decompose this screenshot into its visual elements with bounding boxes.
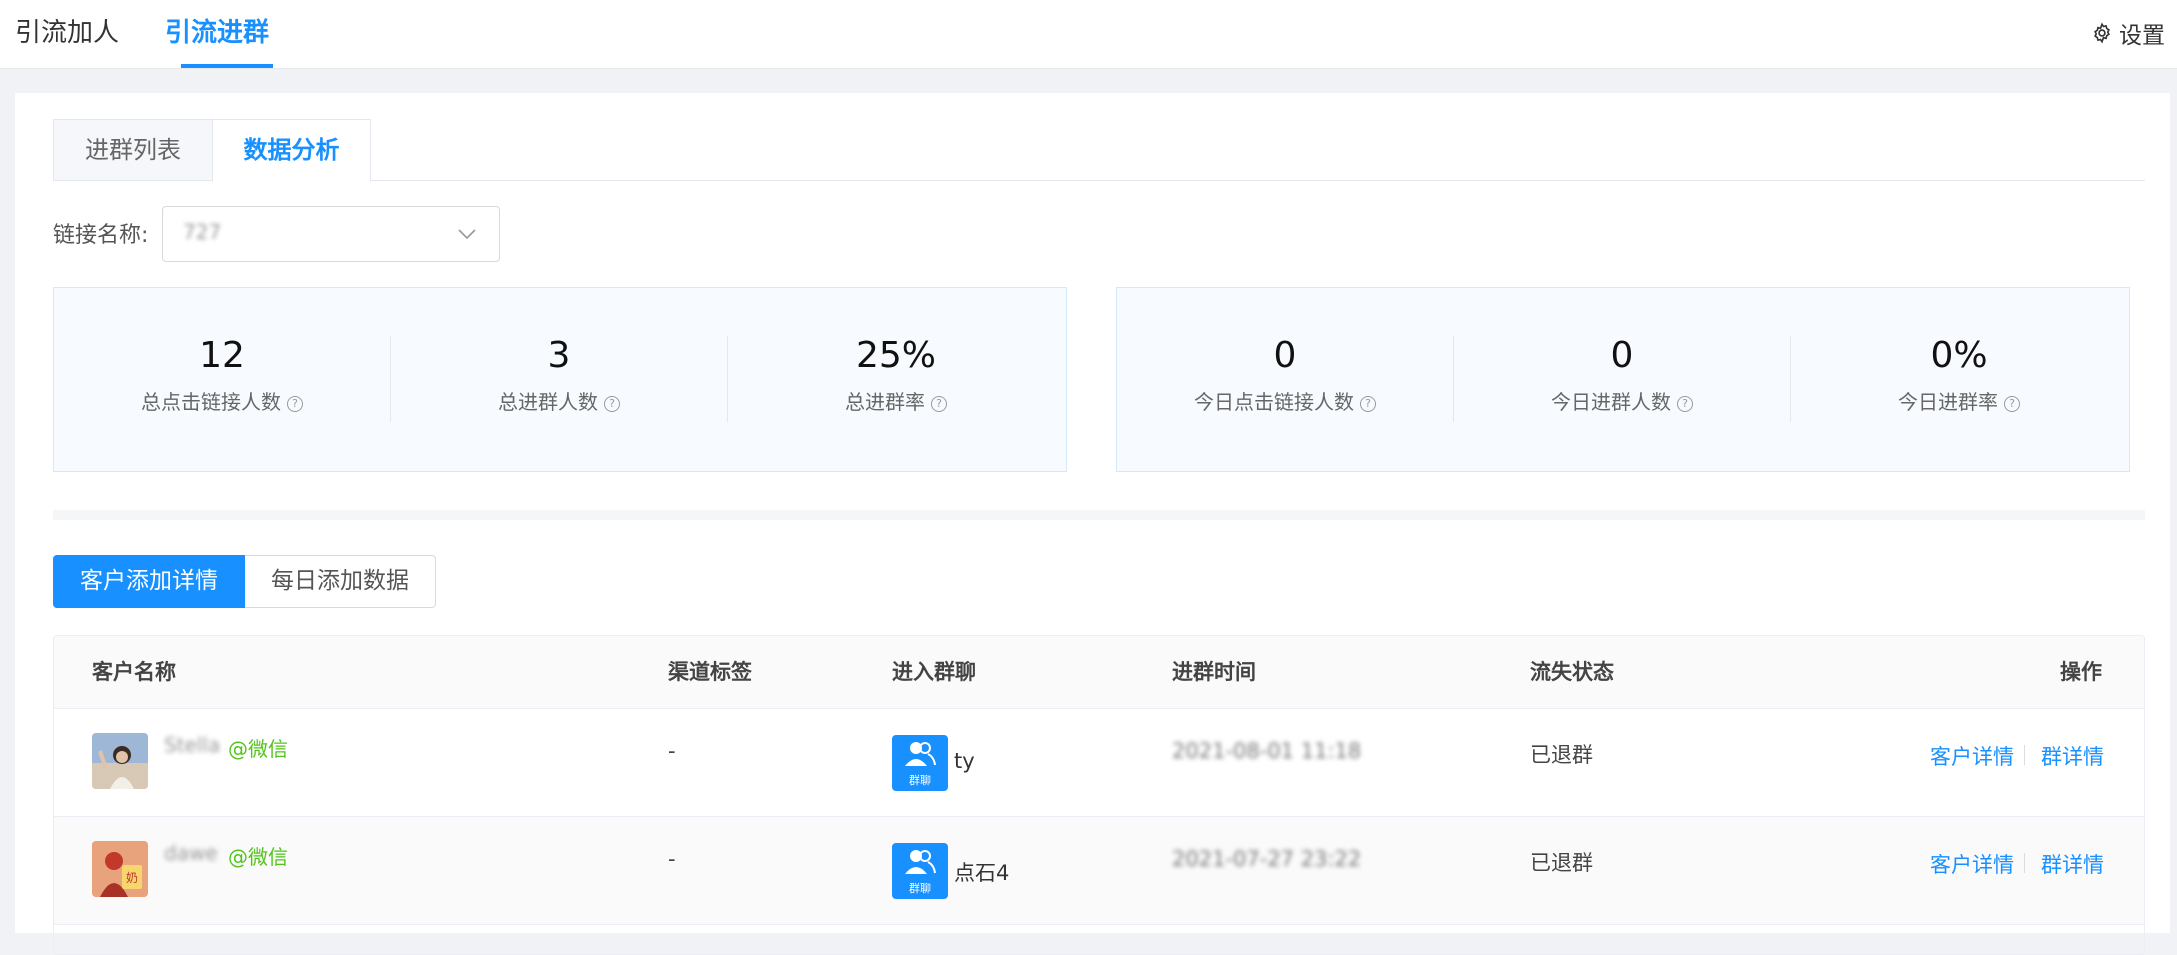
gear-icon: [2094, 22, 2110, 44]
link-name-select[interactable]: 727: [162, 206, 500, 262]
section-separator: [53, 510, 2145, 520]
col-group-chat: 进入群聊: [892, 660, 976, 684]
segment-customer-details[interactable]: 客户添加详情: [53, 555, 245, 608]
col-join-time: 进群时间: [1172, 660, 1256, 684]
stat-value: 0: [1610, 335, 1634, 376]
table-row: Stella @微信 - 群聊 ty 2021-08-01 11:18 已退群 …: [54, 709, 2144, 817]
stat-today-clicks: 0 今日点击链接人数?: [1117, 288, 1453, 473]
stat-today-rate: 0% 今日进群率?: [1791, 288, 2127, 473]
svg-text:奶: 奶: [126, 871, 138, 885]
stat-value: 0%: [1930, 335, 1988, 376]
stat-label: 总点击链接人数?: [54, 388, 390, 416]
group-name: ty: [954, 749, 975, 773]
customer-source: @微信: [228, 737, 288, 761]
stat-label: 今日进群人数?: [1454, 388, 1790, 416]
chevron-down-icon: [458, 229, 476, 240]
group-details-link[interactable]: 群详情: [2041, 741, 2104, 771]
group-icon-label: 群聊: [909, 774, 931, 787]
top-nav-item-join-group[interactable]: 引流进群: [165, 0, 285, 68]
customer-source: @微信: [228, 845, 288, 869]
tab-data-analysis[interactable]: 数据分析: [212, 119, 371, 182]
segment-control: 客户添加详情 每日添加数据: [53, 555, 436, 608]
stat-value: 0: [1273, 335, 1297, 376]
col-status: 流失状态: [1530, 660, 1614, 684]
channel-tag: -: [668, 847, 676, 871]
col-channel-tag: 渠道标签: [668, 660, 752, 684]
top-nav-item-add-people[interactable]: 引流加人: [15, 0, 135, 66]
stat-total-rate: 25% 总进群率?: [728, 288, 1064, 473]
question-circle-icon[interactable]: ?: [2004, 395, 2020, 412]
tab-bar: 进群列表 数据分析: [53, 119, 2145, 182]
divider: [2024, 745, 2025, 765]
join-time: 2021-07-27 23:22: [1172, 847, 1362, 871]
total-stats-box: 12 总点击链接人数? 3 总进群人数? 25% 总进群率?: [53, 287, 1067, 472]
tab-group-list[interactable]: 进群列表: [53, 119, 212, 181]
stat-total-joined: 3 总进群人数?: [391, 288, 727, 473]
stat-value: 12: [199, 335, 245, 376]
customer-table: 客户名称 渠道标签 进入群聊 进群时间 流失状态 操作 Stella @微信 -…: [53, 635, 2145, 955]
loss-status: 已退群: [1530, 743, 1593, 767]
customer-name: Stella: [164, 733, 221, 757]
customer-details-link[interactable]: 客户详情: [1930, 741, 2014, 771]
question-circle-icon[interactable]: ?: [1360, 395, 1376, 412]
group-chat-icon: 群聊: [892, 843, 948, 899]
divider: [2024, 853, 2025, 873]
today-stats-box: 0 今日点击链接人数? 0 今日进群人数? 0% 今日进群率?: [1116, 287, 2130, 472]
stat-label: 总进群率?: [728, 388, 1064, 416]
group-details-link[interactable]: 群详情: [2041, 849, 2104, 879]
question-circle-icon[interactable]: ?: [1677, 395, 1693, 412]
customer-name: dawe: [164, 841, 218, 865]
loss-status: 已退群: [1530, 851, 1593, 875]
stat-label: 总进群人数?: [391, 388, 727, 416]
stat-value: 3: [547, 335, 571, 376]
channel-tag: -: [668, 739, 676, 763]
table-header: 客户名称 渠道标签 进入群聊 进群时间 流失状态 操作: [54, 636, 2144, 709]
group-icon-label: 群聊: [909, 882, 931, 895]
link-name-label: 链接名称:: [53, 223, 149, 248]
question-circle-icon[interactable]: ?: [287, 395, 303, 412]
stat-total-clicks: 12 总点击链接人数?: [54, 288, 390, 473]
settings-label: 设置: [2119, 23, 2165, 49]
group-chat-icon: 群聊: [892, 735, 948, 791]
top-bar: 引流加人 引流进群 设置: [0, 0, 2177, 69]
stat-today-joined: 0 今日进群人数?: [1454, 288, 1790, 473]
col-customer-name: 客户名称: [92, 660, 176, 684]
segment-daily-data[interactable]: 每日添加数据: [245, 555, 436, 608]
link-name-value: 727: [183, 220, 222, 244]
stat-label: 今日点击链接人数?: [1117, 388, 1453, 416]
settings-button[interactable]: 设置: [2091, 16, 2165, 50]
customer-details-link[interactable]: 客户详情: [1930, 849, 2014, 879]
avatar: [92, 733, 148, 789]
col-actions: 操作: [2060, 660, 2102, 684]
question-circle-icon[interactable]: ?: [931, 395, 947, 412]
main-panel: 进群列表 数据分析 链接名称: 727 12 总点击链接人数? 3 总进群人数?…: [15, 93, 2170, 955]
stat-value: 25%: [855, 335, 936, 376]
group-name: 点石4: [954, 861, 1010, 885]
stat-label: 今日进群率?: [1791, 388, 2127, 416]
question-circle-icon[interactable]: ?: [604, 395, 620, 412]
table-row: 奶 dawe @微信 - 群聊 点石4 2021-07-27 23:22 已退群…: [54, 817, 2144, 925]
join-time: 2021-08-01 11:18: [1172, 739, 1362, 763]
avatar: 奶: [92, 841, 148, 897]
